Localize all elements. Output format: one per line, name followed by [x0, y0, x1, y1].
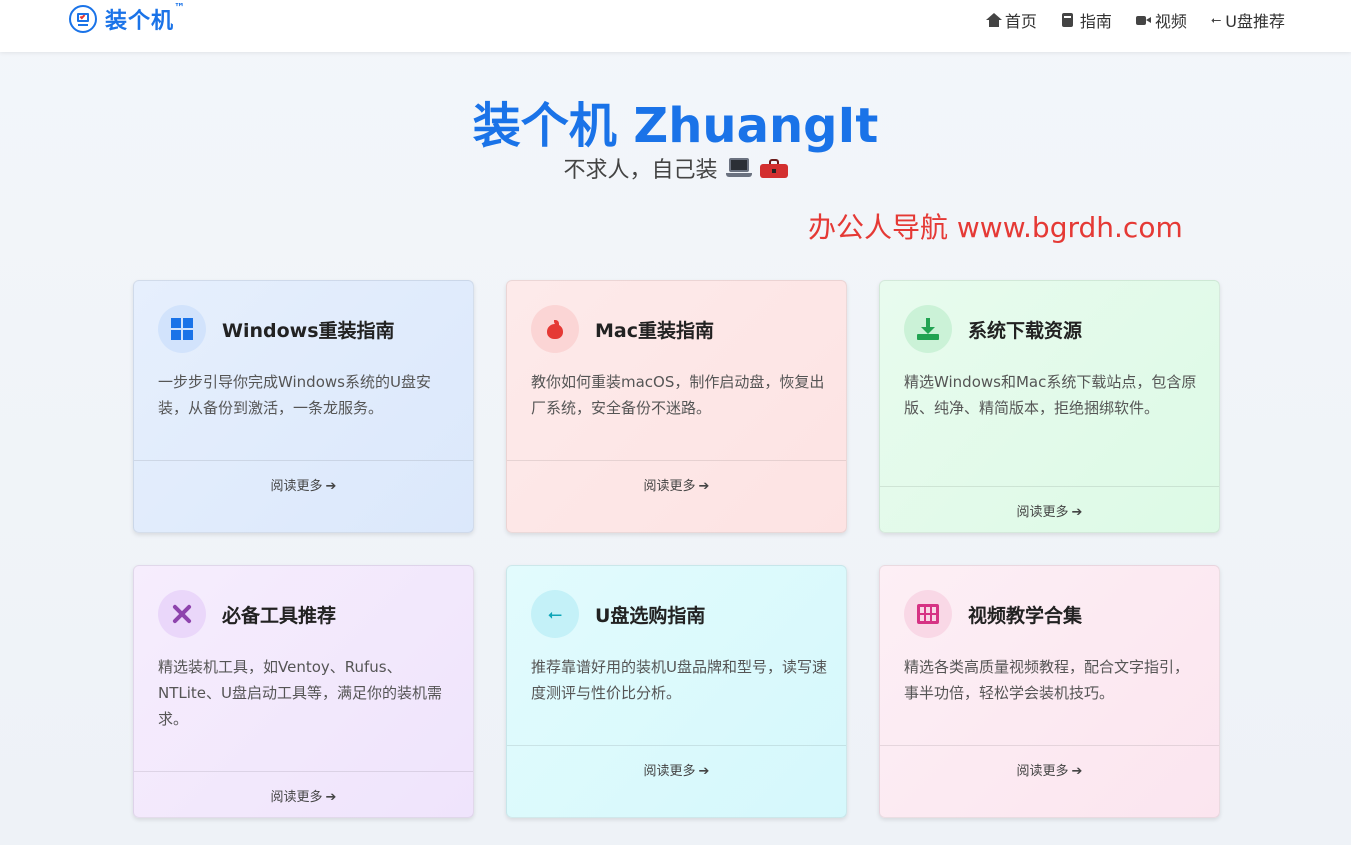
card-mac-guide[interactable]: Mac重装指南 教你如何重装macOS，制作启动盘，恢复出厂系统，安全备份不迷路… — [506, 280, 847, 533]
nav-usb-label: U盘推荐 — [1225, 12, 1285, 31]
read-more-link[interactable]: 阅读更多 ➔ — [880, 486, 1219, 532]
read-more-link[interactable]: 阅读更多 ➔ — [507, 745, 846, 817]
card-title: Windows重装指南 — [222, 319, 395, 342]
usb-icon: ⭠ — [1210, 13, 1222, 28]
video-icon — [1135, 13, 1151, 27]
nav-video-label: 视频 — [1154, 12, 1187, 31]
card-usb-guide[interactable]: ⭠ U盘选购指南 推荐靠谱好用的装机U盘品牌和型号，读写速度测评与性价比分析。 … — [506, 565, 847, 818]
card-title: 必备工具推荐 — [222, 604, 337, 627]
arrow-right-icon: ➔ — [1071, 505, 1083, 520]
card-title: Mac重装指南 — [595, 319, 714, 342]
card-video-collection[interactable]: 视频教学合集 精选各类高质量视频教程，配合文字指引，事半功倍，轻松学会装机技巧。… — [879, 565, 1220, 818]
card-description: 教你如何重装macOS，制作启动盘，恢复出厂系统，安全备份不迷路。 — [531, 373, 825, 417]
arrow-right-icon: ➔ — [698, 764, 710, 779]
nav-home[interactable]: 首页 — [985, 8, 1037, 32]
card-title: U盘选购指南 — [595, 604, 706, 627]
card-description: 精选Windows和Mac系统下载站点，包含原版、纯净、精简版本，拒绝捆绑软件。 — [904, 373, 1197, 417]
hero-subtitle-text: 不求人，自己装 — [563, 158, 718, 183]
hero-subtitle: 不求人，自己装 — [0, 152, 1351, 184]
book-icon — [1061, 13, 1076, 27]
home-icon — [985, 13, 1002, 27]
card-system-downloads[interactable]: 系统下载资源 精选Windows和Mac系统下载站点，包含原版、纯净、精简版本，… — [879, 280, 1220, 533]
download-icon — [904, 305, 952, 353]
nav-usb[interactable]: ⭠ U盘推荐 — [1211, 8, 1285, 32]
toolbox-icon — [759, 158, 788, 178]
logo-text: 装个机™ — [105, 1, 187, 34]
usb-icon: ⭠ — [531, 590, 579, 638]
arrow-right-icon: ➔ — [1071, 764, 1083, 779]
read-more-link[interactable]: 阅读更多 ➔ — [134, 771, 473, 817]
arrow-right-icon: ➔ — [325, 790, 337, 805]
read-more-link[interactable]: 阅读更多 ➔ — [880, 745, 1219, 817]
card-description: 推荐靠谱好用的装机U盘品牌和型号，读写速度测评与性价比分析。 — [531, 658, 827, 702]
main-nav: 首页 指南 视频 ⭠ U盘推荐 — [985, 8, 1285, 32]
apple-icon — [531, 305, 579, 353]
read-more-link[interactable]: 阅读更多 ➔ — [134, 460, 473, 532]
card-description: 精选装机工具，如Ventoy、Rufus、NTLite、U盘启动工具等，满足你的… — [158, 658, 442, 728]
nav-guide-label: 指南 — [1079, 12, 1112, 31]
hero-title: 装个机 ZhuangIt — [472, 98, 879, 154]
nav-guide[interactable]: 指南 — [1061, 8, 1112, 32]
arrow-right-icon: ➔ — [325, 479, 337, 494]
top-navbar: 装个机™ 首页 指南 视频 ⭠ U盘推荐 — [0, 0, 1351, 52]
card-title: 系统下载资源 — [968, 319, 1083, 342]
card-tools[interactable]: 必备工具推荐 精选装机工具，如Ventoy、Rufus、NTLite、U盘启动工… — [133, 565, 474, 818]
nav-home-label: 首页 — [1004, 12, 1037, 31]
card-title: 视频教学合集 — [968, 604, 1083, 627]
nav-video[interactable]: 视频 — [1135, 8, 1187, 32]
watermark-text: 办公人导航 www.bgrdh.com — [808, 211, 1183, 244]
read-more-link[interactable]: 阅读更多 ➔ — [507, 460, 846, 532]
laptop-icon — [725, 158, 752, 178]
site-logo[interactable]: 装个机™ — [69, 1, 187, 34]
film-icon — [904, 590, 952, 638]
arrow-right-icon: ➔ — [698, 479, 710, 494]
logo-icon — [69, 5, 97, 33]
card-windows-guide[interactable]: Windows重装指南 一步步引导你完成Windows系统的U盘安装，从备份到激… — [133, 280, 474, 533]
tools-icon — [158, 590, 206, 638]
card-description: 一步步引导你完成Windows系统的U盘安装，从备份到激活，一条龙服务。 — [158, 373, 431, 417]
card-description: 精选各类高质量视频教程，配合文字指引，事半功倍，轻松学会装机技巧。 — [904, 658, 1190, 702]
windows-icon — [158, 305, 206, 353]
